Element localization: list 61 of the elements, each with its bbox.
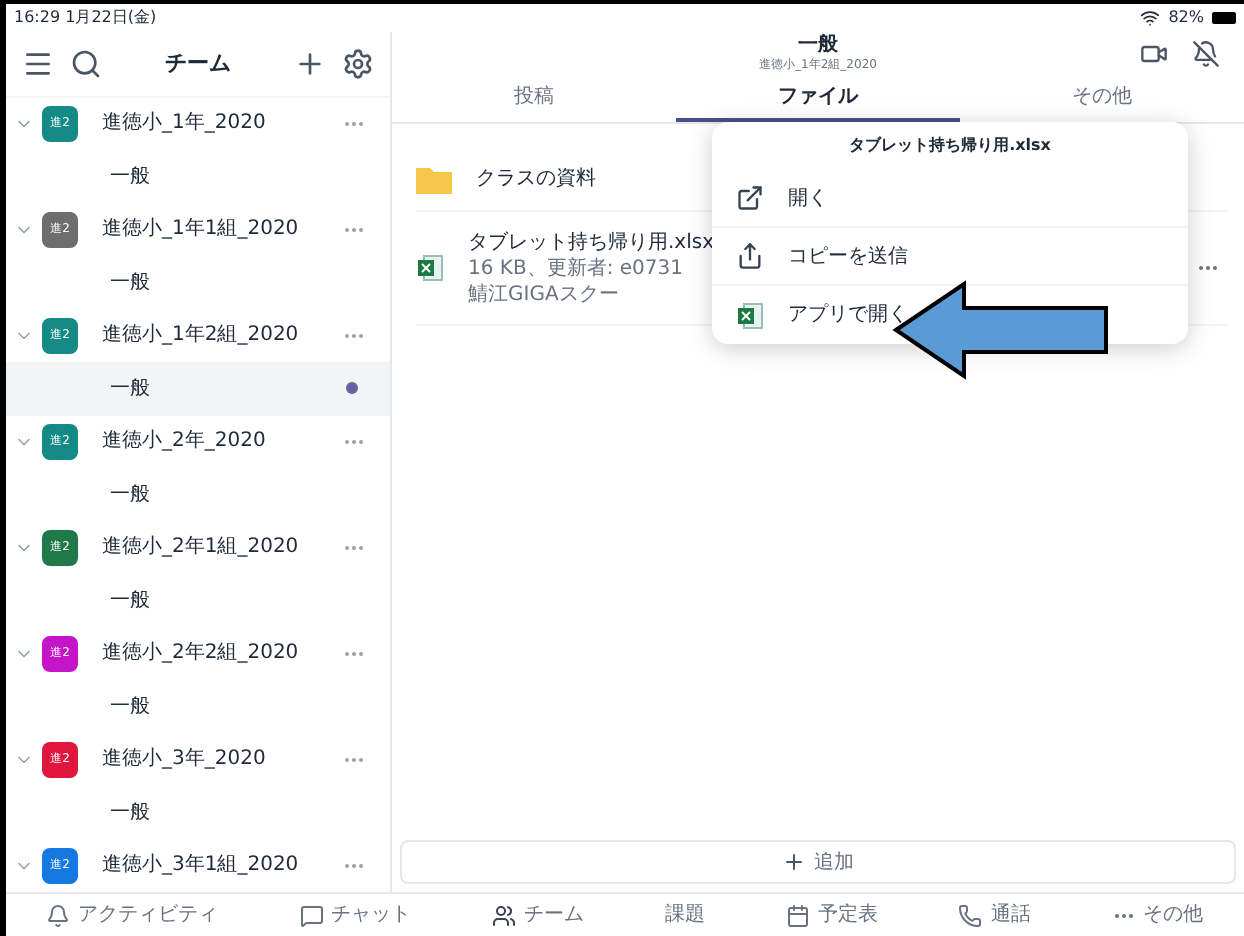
channel-row[interactable]: 一般	[6, 574, 390, 627]
channel-title: 一般	[798, 36, 838, 56]
channel-name: 一般	[110, 587, 152, 616]
team-name: 進徳小_2年_2020	[102, 427, 268, 457]
nav-item[interactable]: チーム	[492, 900, 585, 930]
team-name: 進徳小_1年_2020	[102, 109, 268, 139]
channel-name: 一般	[110, 481, 152, 510]
channel-row[interactable]: 一般	[6, 786, 390, 839]
nav-item[interactable]: チャット	[299, 900, 412, 930]
team-name: 進徳小_2年1組_2020	[102, 533, 301, 563]
menu-icon[interactable]	[22, 47, 54, 80]
sidebar-title: チーム	[163, 47, 233, 79]
bell-icon	[46, 903, 71, 927]
channel-row[interactable]: 一般	[6, 468, 390, 521]
nav-item[interactable]: その他	[1111, 900, 1204, 930]
wifi-icon	[1140, 8, 1161, 28]
spreadsheet-icon	[736, 301, 764, 329]
file-name: タブレット持ち帰り用.xlsx	[468, 229, 715, 257]
folder-icon	[416, 165, 452, 193]
settings-icon[interactable]	[342, 47, 374, 80]
file-details: 16 KB、更新者: e0731 鯖江GIGAスクー	[468, 258, 685, 308]
meeting-icon[interactable]	[1140, 40, 1168, 68]
people-icon	[492, 903, 517, 927]
team-name: 進徳小_1年1組_2020	[102, 215, 301, 245]
channel-name: 一般	[110, 375, 152, 404]
menu-item[interactable]: コピーを送信	[712, 228, 1188, 286]
battery-icon	[1212, 12, 1236, 24]
menu-title: タブレット持ち帰り用.xlsx	[847, 134, 1053, 158]
nav-item[interactable]: 通話	[958, 900, 1031, 930]
share-icon	[736, 242, 764, 270]
nav-item[interactable]: 課題	[664, 900, 705, 930]
channel-row[interactable]: 一般	[6, 150, 390, 203]
channel-name: 一般	[110, 163, 152, 192]
channel-name: 一般	[110, 799, 152, 828]
file-name: クラスの資料	[476, 165, 596, 194]
channel-row[interactable]: 一般	[6, 256, 390, 309]
team-name: 進徳小_2年2組_2020	[102, 639, 301, 669]
calendar-icon	[785, 903, 810, 927]
search-icon[interactable]	[70, 47, 102, 80]
nav-item[interactable]: 予定表	[785, 900, 878, 930]
channel-name: 一般	[110, 269, 152, 298]
mute-icon[interactable]	[1192, 40, 1220, 68]
menu-item[interactable]: 開く	[712, 170, 1188, 228]
nav-item[interactable]: アクティビティ	[46, 900, 219, 930]
battery-percent: 82%	[1168, 6, 1204, 30]
channel-row[interactable]: 一般	[6, 362, 390, 415]
team-name: 進徳小_1年2組_2020	[102, 321, 301, 351]
tab[interactable]: その他	[960, 76, 1244, 122]
add-icon	[782, 850, 806, 874]
channel-row[interactable]: 一般	[6, 680, 390, 733]
phone-icon	[958, 903, 983, 927]
team-name: 進徳小_3年1組_2020	[102, 851, 301, 881]
team-name: 進徳小_3年_2020	[102, 745, 268, 775]
spreadsheet-icon	[416, 254, 444, 282]
add-button[interactable]: 追加	[400, 840, 1236, 884]
status-time: 16:29 1月22日(金)	[14, 6, 157, 30]
add-icon[interactable]	[294, 47, 326, 80]
channel-name: 一般	[110, 693, 152, 722]
open-external-icon	[736, 184, 764, 212]
tab[interactable]: 投稿	[392, 76, 676, 122]
chat-icon	[299, 903, 324, 927]
